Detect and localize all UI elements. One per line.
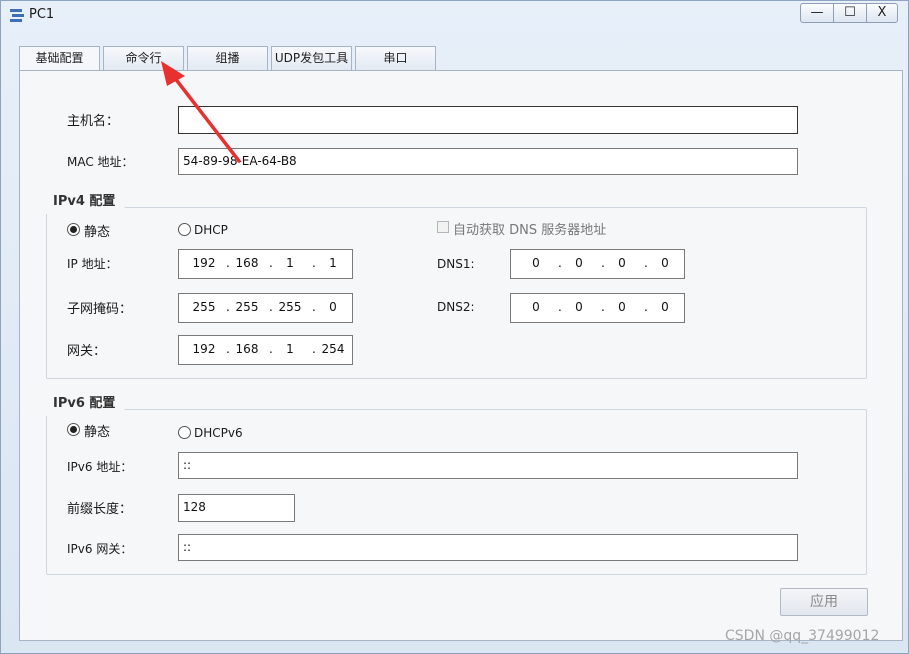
- window: PC1 — ☐ X 基础配置 命令行 组播 UDP发包工具 串口 主机名： MA…: [0, 0, 909, 654]
- annotation-arrow-icon: [161, 61, 241, 163]
